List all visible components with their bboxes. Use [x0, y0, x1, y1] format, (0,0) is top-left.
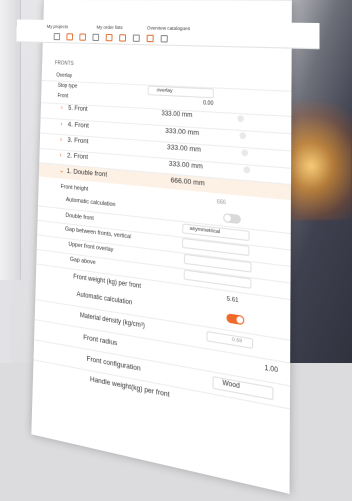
auto-calc-2-toggle[interactable]: [226, 313, 245, 326]
front-3-label[interactable]: 3. Front: [67, 137, 88, 146]
front-3-value: 333.00 mm: [166, 143, 201, 154]
chevron-right-icon[interactable]: ›: [60, 136, 62, 143]
toolbar-icons: [53, 33, 168, 43]
front-5-value: 333.00 mm: [161, 110, 193, 120]
front-2-value: 333.00 mm: [168, 160, 203, 171]
front-3-radio[interactable]: [241, 149, 249, 157]
toolbar-icon[interactable]: [119, 34, 127, 42]
toolbar-icon[interactable]: [132, 34, 140, 42]
handle-weight-label: Handle weight(kg) per front: [89, 375, 170, 400]
gap-above-label: Gap above: [69, 256, 96, 267]
stop-type-select[interactable]: overlay: [147, 85, 214, 99]
auto-calc-label: Automatic calculation: [65, 196, 116, 209]
material-density-value: 0.69: [231, 337, 243, 345]
nav-my-order-lists[interactable]: My order lists: [96, 25, 122, 31]
front-value: 0.00: [203, 100, 214, 108]
divider: [35, 299, 291, 341]
front-config-select[interactable]: Wood: [212, 375, 274, 401]
front-label: Front: [57, 92, 69, 100]
auto-calc-2-label: Automatic calculation: [76, 291, 133, 307]
front-2-radio[interactable]: [243, 166, 251, 174]
toolbar-icon[interactable]: [53, 33, 61, 41]
front-height-value: 666: [216, 198, 226, 207]
front-weight-value: 5.61: [226, 295, 239, 305]
chevron-right-icon[interactable]: ›: [61, 105, 63, 111]
chevron-right-icon[interactable]: ›: [59, 152, 61, 159]
configurator-panel: My projects My order lists Overview cata…: [16, 0, 320, 494]
toolbar-icon[interactable]: [92, 33, 100, 42]
chevron-right-icon[interactable]: ›: [60, 121, 62, 128]
toolbar-icon[interactable]: [146, 34, 154, 43]
front-radius-label: Front radius: [83, 333, 118, 348]
double-front-value: asymmetrical: [189, 226, 221, 236]
double-front-label: Double front: [65, 212, 94, 223]
toolbar-icon[interactable]: [66, 33, 74, 41]
nav-overview-catalogues[interactable]: Overview catalogues: [147, 25, 190, 31]
overlay-label: Overlay: [56, 72, 73, 80]
divider: [36, 263, 291, 301]
top-navigation-bar: My projects My order lists Overview cata…: [16, 19, 320, 50]
nav-my-projects[interactable]: My projects: [47, 24, 68, 29]
stop-type-value: overlay: [156, 88, 173, 95]
front-radius-value: 1.00: [264, 365, 279, 375]
auto-calc-toggle[interactable]: [223, 213, 241, 225]
front-5-radio[interactable]: [237, 115, 245, 123]
front-4-radio[interactable]: [239, 132, 247, 140]
toolbar-icon[interactable]: [160, 34, 168, 43]
perspective-scene: My projects My order lists Overview cata…: [0, 0, 352, 494]
chevron-down-icon[interactable]: ⌄: [59, 166, 64, 175]
section-title: FRONTS: [54, 60, 74, 67]
front-2-label[interactable]: 2. Front: [67, 152, 88, 161]
stop-type-label: Stop type: [57, 82, 78, 90]
front-height-label: Front height: [60, 183, 89, 193]
front-config-value: Wood: [222, 380, 240, 391]
front-4-label[interactable]: 4. Front: [68, 121, 89, 130]
toolbar-icon[interactable]: [105, 33, 113, 42]
front-5-label[interactable]: 5. Front: [68, 106, 87, 113]
front-4-value: 333.00 mm: [165, 127, 200, 138]
toolbar-icon[interactable]: [79, 33, 87, 41]
